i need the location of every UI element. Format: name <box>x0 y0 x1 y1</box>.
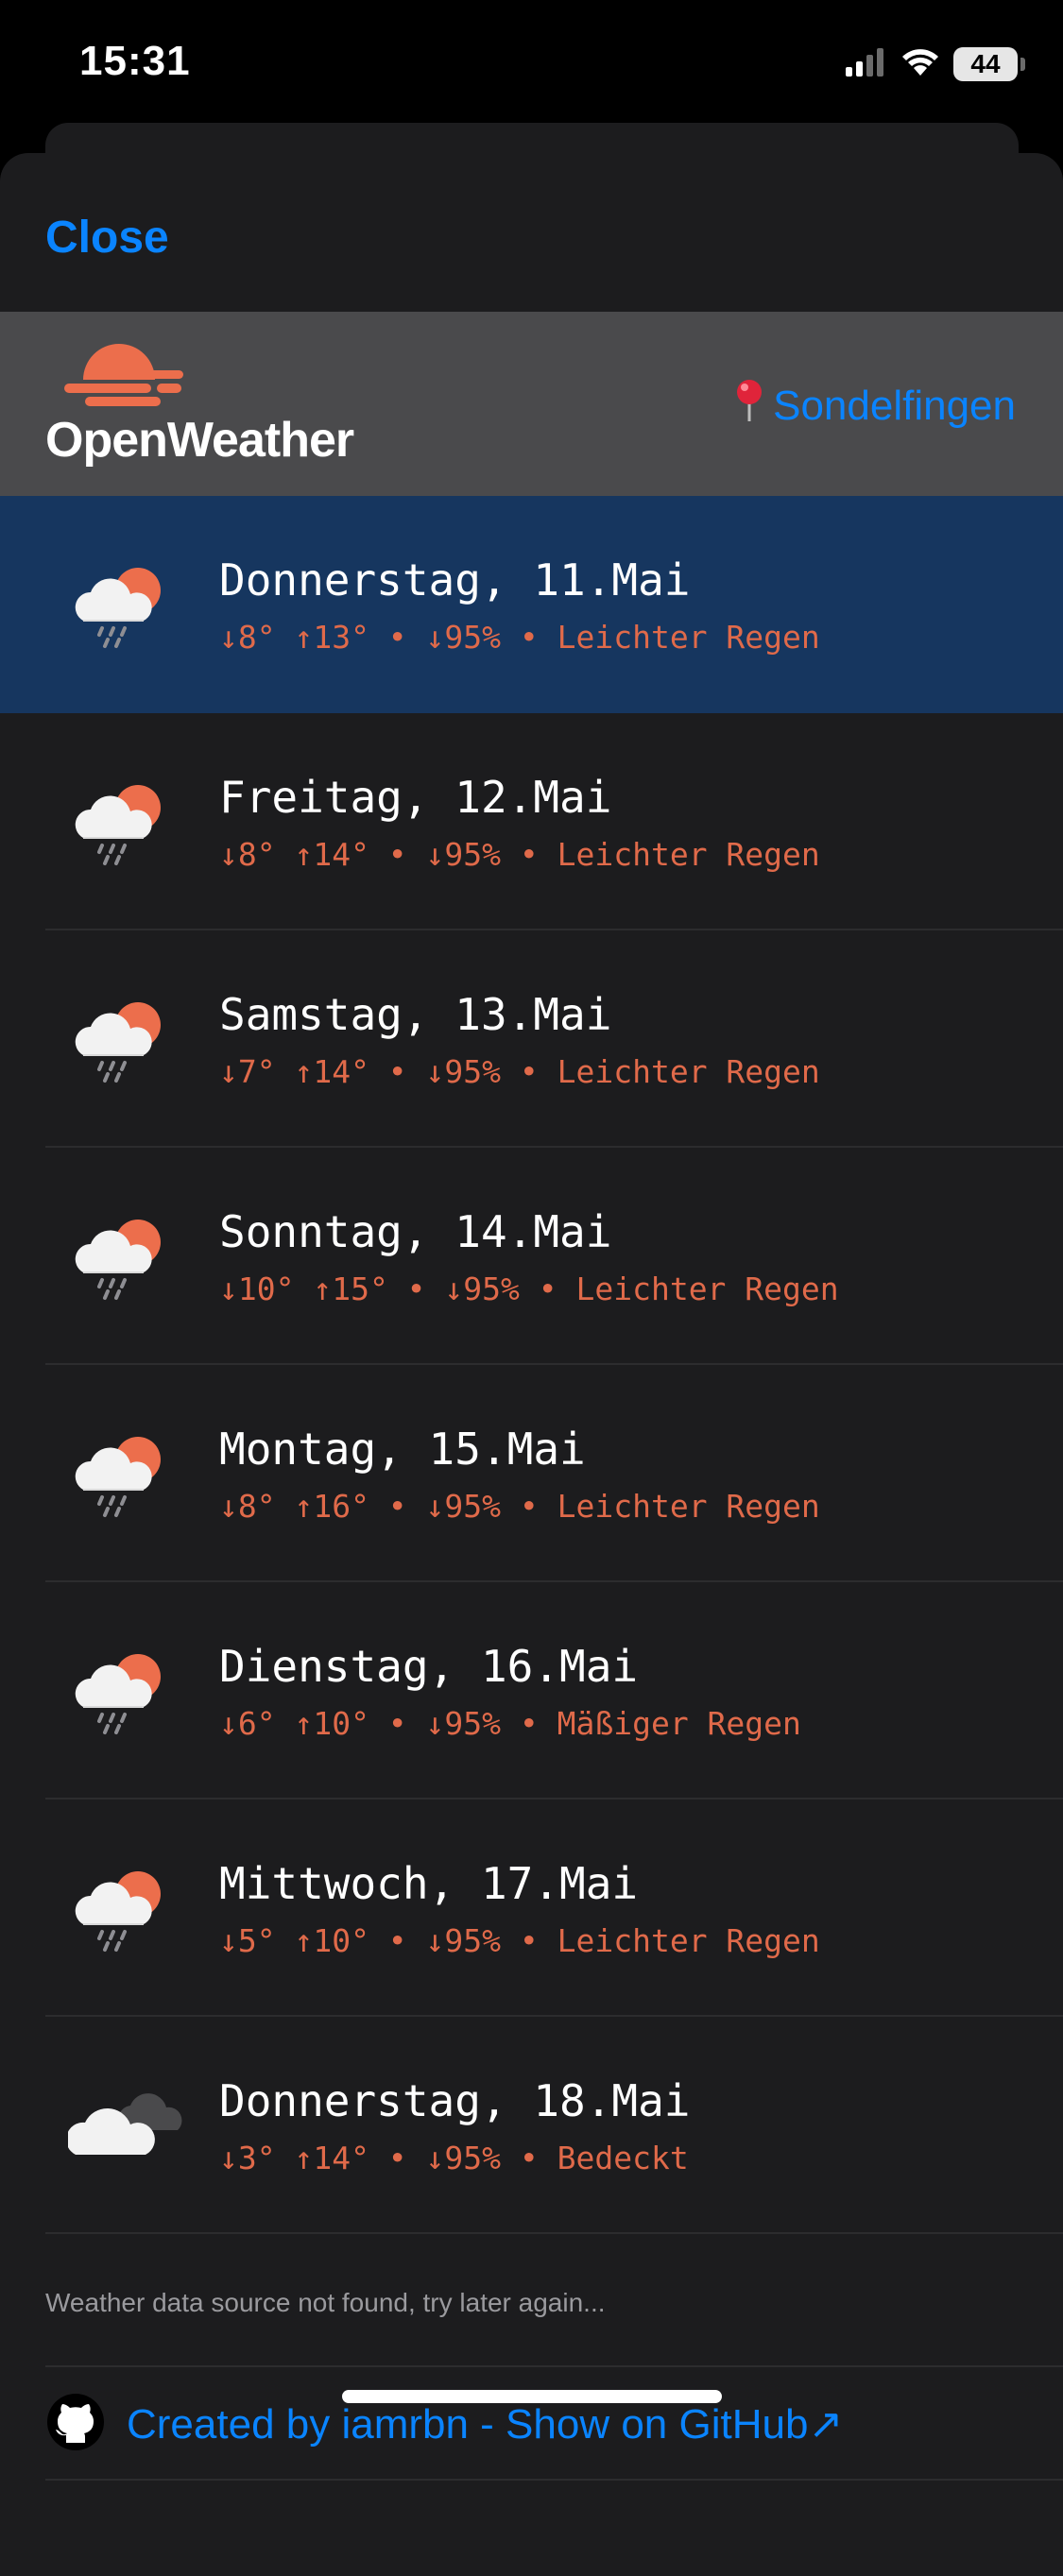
forecast-day-title: Samstag, 13.Mai <box>219 989 612 1040</box>
forecast-row[interactable]: Freitag, 12.Mai ↓8° ↑14° • ↓95% • Leichte… <box>0 713 1063 930</box>
battery-level: 44 <box>953 47 1018 81</box>
pin-icon <box>733 378 765 434</box>
forecast-sheet: Close OpenWeather Sondelfingen Donnersta… <box>0 153 1063 2576</box>
battery-icon: 44 <box>953 47 1025 81</box>
forecast-day-title: Donnerstag, 18.Mai <box>219 2075 691 2126</box>
forecast-day-title: Freitag, 12.Mai <box>219 772 612 823</box>
status-bar: 15:31 44 <box>0 0 1063 132</box>
forecast-day-detail: ↓8° ↑16° • ↓95% • Leichter Regen <box>219 1488 820 1525</box>
row-divider <box>45 2232 1063 2234</box>
forecast-row[interactable]: Donnerstag, 18.Mai ↓3° ↑14° • ↓95% • Bede… <box>0 2017 1063 2234</box>
cellular-signal-icon <box>846 47 887 81</box>
forecast-day-detail: ↓6° ↑10° • ↓95% • Mäßiger Regen <box>219 1705 801 1742</box>
home-indicator[interactable] <box>342 2390 722 2403</box>
forecast-row[interactable]: Dienstag, 16.Mai ↓6° ↑10° • ↓95% • Mäßige… <box>0 1582 1063 1800</box>
forecast-day-detail: ↓5° ↑10° • ↓95% • Leichter Regen <box>219 1922 820 1959</box>
forecast-day-detail: ↓3° ↑14° • ↓95% • Bedeckt <box>219 2140 689 2176</box>
light-rain-icon <box>64 1424 178 1518</box>
openweather-logo: OpenWeather <box>45 336 386 478</box>
status-time: 15:31 <box>79 38 191 84</box>
openweather-sun-icon <box>64 344 183 406</box>
overcast-icon <box>66 2075 182 2170</box>
github-link-text: Created by iamrbn - Show on GitHub↗ <box>127 2401 844 2448</box>
header-band: OpenWeather Sondelfingen <box>0 312 1063 496</box>
forecast-day-detail: ↓10° ↑15° • ↓95% • Leichter Regen <box>219 1271 839 1307</box>
light-rain-icon <box>64 772 178 866</box>
forecast-day-title: Montag, 15.Mai <box>219 1424 586 1475</box>
light-rain-icon <box>64 989 178 1083</box>
status-icons: 44 <box>846 43 1025 85</box>
github-icon <box>45 2392 106 2457</box>
location-link[interactable]: Sondelfingen <box>733 378 1016 434</box>
logo-text: OpenWeather <box>45 413 354 468</box>
divider <box>45 2479 1063 2481</box>
close-button[interactable]: Close <box>45 212 169 264</box>
wifi-icon <box>900 47 940 82</box>
light-rain-icon <box>64 1206 178 1301</box>
forecast-day-detail: ↓8° ↑14° • ↓95% • Leichter Regen <box>219 836 820 873</box>
moderate-rain-icon <box>64 1641 178 1735</box>
divider <box>45 2365 1063 2367</box>
location-name: Sondelfingen <box>773 382 1016 429</box>
light-rain-icon <box>64 1858 178 1953</box>
status-notice: Weather data source not found, try later… <box>45 2288 606 2317</box>
forecast-day-title: Sonntag, 14.Mai <box>219 1206 612 1257</box>
forecast-day-detail: ↓7° ↑14° • ↓95% • Leichter Regen <box>219 1053 820 1090</box>
forecast-row[interactable]: Donnerstag, 11.Mai ↓8° ↑13° • ↓95% • Leic… <box>0 496 1063 713</box>
forecast-row[interactable]: Sonntag, 14.Mai ↓10° ↑15° • ↓95% • Leicht… <box>0 1148 1063 1365</box>
forecast-day-detail: ↓8° ↑13° • ↓95% • Leichter Regen <box>219 619 820 656</box>
forecast-row[interactable]: Samstag, 13.Mai ↓7° ↑14° • ↓95% • Leichte… <box>0 930 1063 1148</box>
forecast-day-title: Dienstag, 16.Mai <box>219 1641 639 1692</box>
forecast-day-title: Mittwoch, 17.Mai <box>219 1858 639 1909</box>
forecast-list: Donnerstag, 11.Mai ↓8° ↑13° • ↓95% • Leic… <box>0 496 1063 2234</box>
forecast-day-title: Donnerstag, 11.Mai <box>219 554 691 606</box>
light-rain-icon <box>64 554 178 649</box>
forecast-row[interactable]: Montag, 15.Mai ↓8° ↑16° • ↓95% • Leichter… <box>0 1365 1063 1582</box>
forecast-row[interactable]: Mittwoch, 17.Mai ↓5° ↑10° • ↓95% • Leicht… <box>0 1800 1063 2017</box>
